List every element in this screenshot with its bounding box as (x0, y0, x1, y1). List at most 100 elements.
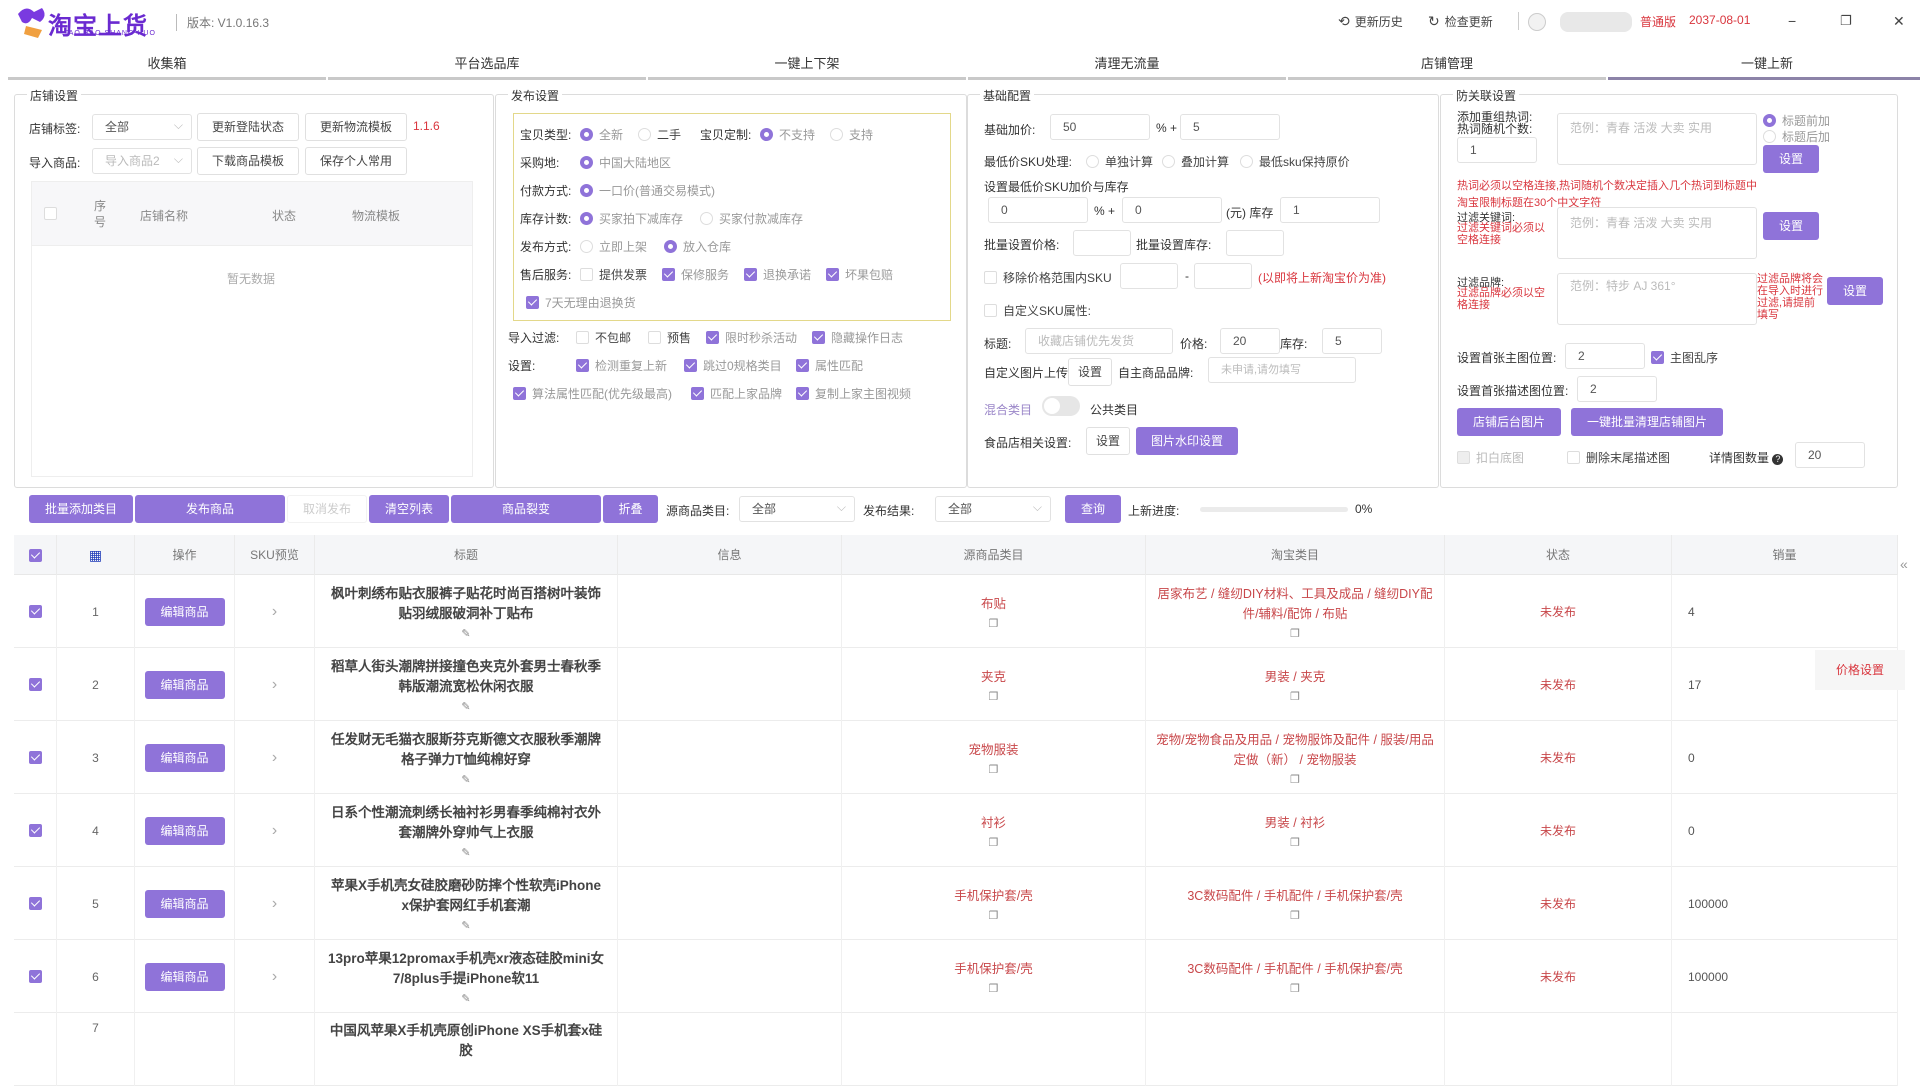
header-select-all[interactable] (14, 535, 57, 575)
copy-icon[interactable]: ❐ (989, 982, 999, 995)
remove-min-input[interactable] (1120, 263, 1178, 289)
copy-icon[interactable]: ❐ (989, 690, 999, 703)
checkbox[interactable] (29, 897, 42, 910)
sku-price-input[interactable]: 20 (1220, 328, 1280, 354)
checkbox[interactable] (29, 605, 42, 618)
row-checkbox[interactable] (14, 1013, 57, 1086)
edit-product-button[interactable]: 编辑商品 (145, 817, 225, 845)
filter-keyword-textarea[interactable]: 范例：青春 活泼 大卖 实用 (1557, 207, 1757, 259)
brand-set-button[interactable]: 设置 (1827, 277, 1883, 305)
maximize-button[interactable]: ❐ (1840, 13, 1852, 29)
cb-copy-video[interactable]: 复制上家主图视频 (796, 385, 911, 402)
detail-count-input[interactable]: 20 (1795, 442, 1865, 468)
hot-words-textarea[interactable]: 范例：青春 活泼 大卖 实用 (1557, 113, 1757, 165)
save-personal-button[interactable]: 保存个人常用 (305, 147, 407, 175)
cb-7day-return[interactable]: 7天无理由退换货 (526, 294, 636, 311)
close-button[interactable]: ✕ (1893, 13, 1905, 30)
minimize-button[interactable]: − (1788, 13, 1796, 29)
clear-list-button[interactable]: 清空列表 (369, 495, 449, 523)
cb-return[interactable]: 退换承诺 (744, 266, 811, 283)
check-update-button[interactable]: ↻检查更新 (1428, 13, 1493, 30)
low-pct-input[interactable]: 0 (988, 197, 1088, 223)
result-select[interactable]: 全部 (935, 496, 1051, 522)
edit-icon[interactable]: ✎ (461, 992, 470, 1005)
download-template-button[interactable]: 下载商品模板 (197, 147, 299, 175)
chevron-right-icon[interactable]: › (272, 822, 277, 840)
markup-percent-input[interactable]: 50 (1050, 114, 1150, 140)
row-checkbox[interactable] (14, 575, 57, 648)
price-settings-tab[interactable]: 价格设置 (1815, 650, 1905, 690)
category-toggle[interactable] (1042, 396, 1080, 416)
cb-flash-sale[interactable]: 限时秒杀活动 (706, 329, 797, 346)
edit-product-button[interactable]: 编辑商品 (145, 671, 225, 699)
edit-icon[interactable]: ✎ (461, 627, 470, 640)
copy-icon[interactable]: ❐ (1290, 836, 1300, 849)
chevron-right-icon[interactable]: › (272, 895, 277, 913)
cb-delete-tail[interactable]: 删除末尾描述图 (1567, 449, 1670, 466)
cb-hide-log[interactable]: 隐藏操作日志 (812, 329, 903, 346)
update-login-button[interactable]: 更新登陆状态 (197, 113, 299, 141)
grid-icon[interactable]: ▦ (57, 535, 135, 575)
filter-brand-textarea[interactable]: 范例：特步 AJ 361° (1557, 273, 1757, 325)
edit-product-button[interactable]: 编辑商品 (145, 598, 225, 626)
update-history-button[interactable]: ⟲更新历史 (1338, 13, 1403, 30)
edit-icon[interactable]: ✎ (461, 919, 470, 932)
radio-separate[interactable]: 单独计算 (1086, 153, 1153, 170)
cb-shuffle[interactable]: 主图乱序 (1651, 349, 1718, 366)
src-category-select[interactable]: 全部 (739, 496, 855, 522)
sku-stock-input[interactable]: 5 (1322, 328, 1382, 354)
radio-stock-pay[interactable]: 买家付款减库存 (700, 210, 803, 227)
cb-no-free-ship[interactable]: 不包邮 (576, 329, 631, 346)
radio-warehouse[interactable]: 放入仓库 (664, 238, 731, 255)
sku-title-input[interactable]: 收藏店铺优先发货 (1025, 328, 1173, 354)
shop-images-button[interactable]: 店铺后台图片 (1457, 408, 1561, 436)
radio-pay[interactable]: 一口价(普通交易模式) (580, 182, 715, 199)
markup-add-input[interactable]: 5 (1180, 114, 1280, 140)
sku-preview[interactable] (235, 1013, 315, 1086)
cb-presale[interactable]: 预售 (648, 329, 691, 346)
radio-suffix[interactable]: 标题后加 (1763, 128, 1830, 145)
radio-keep-price[interactable]: 最低sku保持原价 (1240, 153, 1350, 170)
checkbox[interactable] (29, 970, 42, 983)
cb-match-brand[interactable]: 匹配上家品牌 (691, 385, 782, 402)
row-checkbox[interactable] (14, 648, 57, 721)
fission-button[interactable]: 商品裂变 (451, 495, 601, 523)
cb-attr-match[interactable]: 属性匹配 (796, 357, 863, 374)
keyword-set-button[interactable]: 设置 (1763, 212, 1819, 240)
radio-prefix[interactable]: 标题前加 (1763, 112, 1830, 129)
low-add-input[interactable]: 0 (1122, 197, 1222, 223)
radio-stock-order[interactable]: 买家拍下减库存 (580, 210, 683, 227)
cb-algo-match[interactable]: 算法属性匹配(优先级最高) (513, 385, 672, 402)
copy-icon[interactable]: ❐ (989, 617, 999, 630)
sku-preview[interactable]: › (235, 575, 315, 648)
edit-icon[interactable]: ✎ (461, 773, 470, 786)
radio-custom-no[interactable]: 不支持 (760, 126, 815, 143)
low-stock-input[interactable]: 1 (1280, 197, 1380, 223)
cb-skip-zero[interactable]: 跳过0规格类目 (684, 357, 782, 374)
cb-remove-sku[interactable]: 移除价格范围内SKU (984, 269, 1112, 286)
row-checkbox[interactable] (14, 940, 57, 1013)
hot-set-button[interactable]: 设置 (1763, 145, 1819, 173)
main-pos-input[interactable]: 2 (1565, 343, 1645, 369)
brand-input[interactable]: 未申请,请勿填写 (1208, 357, 1356, 383)
copy-icon[interactable]: ❐ (1290, 982, 1300, 995)
store-tag-select[interactable]: 全部 (92, 114, 192, 140)
cancel-publish-button[interactable]: 取消发布 (287, 495, 367, 523)
chevron-right-icon[interactable]: › (272, 749, 277, 767)
edit-icon[interactable]: ✎ (461, 846, 470, 859)
copy-icon[interactable]: ❐ (989, 836, 999, 849)
batch-price-input[interactable] (1073, 230, 1131, 256)
watermark-button[interactable]: 图片水印设置 (1136, 427, 1238, 455)
radio-origin[interactable]: 中国大陆地区 (580, 154, 671, 171)
sku-preview[interactable]: › (235, 794, 315, 867)
desc-pos-input[interactable]: 2 (1577, 376, 1657, 402)
checkbox[interactable] (29, 824, 42, 837)
row-checkbox[interactable] (14, 794, 57, 867)
cb-bad-fruit[interactable]: 坏果包赔 (826, 266, 893, 283)
tab-one-click-new[interactable]: 一键上新 (1608, 50, 1920, 80)
remove-max-input[interactable] (1194, 263, 1252, 289)
edit-product-button[interactable]: 编辑商品 (145, 890, 225, 918)
clean-images-button[interactable]: 一键批量清理店铺图片 (1571, 408, 1723, 436)
tab-store-management[interactable]: 店铺管理 (1288, 50, 1606, 80)
hot-count-input[interactable]: 1 (1457, 137, 1537, 163)
